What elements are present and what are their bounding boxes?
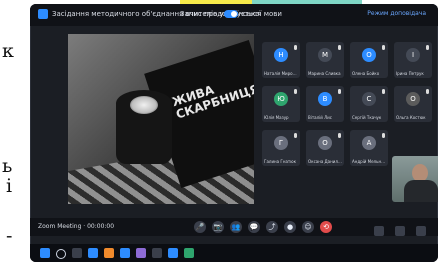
search-icon[interactable] bbox=[56, 249, 66, 259]
shared-screen: ЖИВА СКАРБНИЦЯ bbox=[68, 34, 254, 204]
participant-name: Галина Гнатюк bbox=[264, 159, 297, 164]
mic-muted-icon bbox=[338, 89, 341, 94]
recording-label: Запис продовжується bbox=[180, 10, 262, 18]
leave-icon: ⟲ bbox=[323, 223, 329, 231]
mic-muted-icon bbox=[382, 133, 385, 138]
share-icon: ⤴ bbox=[268, 223, 276, 231]
mic-icon: 🎤 bbox=[195, 223, 205, 231]
participant-tile[interactable]: Ю Юлія Мазур bbox=[262, 86, 300, 122]
mic-button[interactable]: 🎤 bbox=[194, 221, 206, 233]
mic-muted-icon bbox=[294, 133, 297, 138]
zoom-icon[interactable] bbox=[120, 248, 130, 258]
participant-avatar: А bbox=[362, 136, 376, 150]
participants-button[interactable]: 👥 bbox=[230, 221, 242, 233]
participant-avatar: О bbox=[362, 48, 376, 62]
doc-letter-1: к bbox=[2, 40, 14, 62]
participant-tile[interactable]: М Марина Сливка bbox=[306, 42, 344, 78]
chat-icon: 💬 bbox=[249, 223, 259, 231]
participant-avatar: С bbox=[362, 92, 376, 106]
participant-tile[interactable]: В Віталій Лис bbox=[306, 86, 344, 122]
participant-name: Оксана Данилюк bbox=[308, 159, 342, 164]
mic-muted-icon bbox=[382, 45, 385, 50]
word-icon[interactable] bbox=[168, 248, 178, 258]
participant-avatar: Н bbox=[274, 48, 288, 62]
mic-muted-icon bbox=[294, 89, 297, 94]
zoom-top-bar: Засідання методичного об'єднання вчителі… bbox=[30, 4, 438, 26]
doc-letter-3: і bbox=[6, 175, 13, 197]
people-icon: 👥 bbox=[231, 223, 241, 231]
participant-name: Ірина Петрук bbox=[396, 71, 424, 76]
zoom-logo-icon bbox=[38, 9, 48, 19]
participant-name: Юлія Мазур bbox=[264, 115, 289, 120]
settings-icon[interactable] bbox=[373, 226, 384, 236]
edge-icon[interactable] bbox=[88, 248, 98, 258]
notifications-icon[interactable] bbox=[394, 226, 405, 236]
mic-muted-icon bbox=[426, 89, 429, 94]
participant-name: Олена Бойко bbox=[352, 71, 380, 76]
doc-letter-2: ь bbox=[2, 155, 13, 177]
share-button[interactable]: ⤴ bbox=[266, 221, 278, 233]
participant-name: Ольга Костюк bbox=[396, 115, 426, 120]
fullscreen-icon[interactable] bbox=[416, 226, 426, 236]
smile-icon: ☺ bbox=[304, 223, 312, 231]
mic-muted-icon bbox=[426, 45, 429, 50]
participant-avatar: Ю bbox=[274, 92, 288, 106]
participant-video-tile[interactable] bbox=[392, 156, 438, 202]
participant-name: Наталія Миронюк bbox=[264, 71, 298, 76]
participant-tile[interactable]: І Ірина Петрук bbox=[394, 42, 432, 78]
participant-tile[interactable]: Н Наталія Миронюк bbox=[262, 42, 300, 78]
video-button[interactable]: 📷 bbox=[212, 221, 224, 233]
participant-tile[interactable]: Г Галина Гнатюк bbox=[262, 130, 300, 166]
meeting-controls-bar: Zoom Meeting · 00:00:00 🎤 📷 👥 💬 ⤴ ● ☺ ⟲ bbox=[30, 218, 438, 236]
participant-name: Андрій Мельник bbox=[352, 159, 386, 164]
mic-muted-icon bbox=[338, 45, 341, 50]
meeting-meta: Zoom Meeting · 00:00:00 bbox=[38, 223, 115, 230]
mic-muted-icon bbox=[338, 133, 341, 138]
camera-icon: 📷 bbox=[213, 223, 223, 231]
participant-avatar: В bbox=[318, 92, 332, 106]
view-mode-label[interactable]: Режим доповідача bbox=[367, 10, 426, 17]
book-title: ЖИВА СКАРБНИЦЯ bbox=[170, 81, 254, 122]
participant-name: Віталій Лис bbox=[308, 115, 332, 120]
recording-toggle[interactable] bbox=[224, 10, 238, 18]
doc-letter-4: - bbox=[6, 225, 13, 247]
chat-button[interactable]: 💬 bbox=[248, 221, 260, 233]
task-view-icon[interactable] bbox=[72, 248, 82, 258]
person-body bbox=[404, 180, 438, 202]
mail-icon[interactable] bbox=[152, 248, 162, 258]
participant-tile[interactable]: С Сергій Ткачук bbox=[350, 86, 388, 122]
participant-name: Марина Сливка bbox=[308, 71, 341, 76]
record-icon: ● bbox=[286, 223, 294, 231]
teams-icon[interactable] bbox=[184, 248, 194, 258]
photographed-laptop-screen: Засідання методичного об'єднання вчителі… bbox=[30, 4, 438, 262]
mic-muted-icon bbox=[382, 89, 385, 94]
mic-muted-icon bbox=[294, 45, 297, 50]
participant-tile[interactable]: О Оксана Данилюк bbox=[306, 130, 344, 166]
participant-name: Сергій Ткачук bbox=[352, 115, 382, 120]
right-controls bbox=[368, 221, 426, 236]
participant-avatar: І bbox=[406, 48, 420, 62]
record-button[interactable]: ● bbox=[284, 221, 296, 233]
windows-taskbar bbox=[30, 244, 438, 262]
reactions-button[interactable]: ☺ bbox=[302, 221, 314, 233]
participant-tile[interactable]: О Олена Бойко bbox=[350, 42, 388, 78]
candle-glow bbox=[130, 96, 158, 114]
participant-avatar: М bbox=[318, 48, 332, 62]
participant-avatar: О bbox=[318, 136, 332, 150]
participant-avatar: О bbox=[406, 92, 420, 106]
participant-tile[interactable]: О Ольга Костюк bbox=[394, 86, 432, 122]
document-margin: к ь і - bbox=[0, 0, 28, 264]
store-icon[interactable] bbox=[136, 248, 146, 258]
windows-icon[interactable] bbox=[40, 248, 50, 258]
participant-avatar: Г bbox=[274, 136, 288, 150]
participant-tile[interactable]: А Андрій Мельник bbox=[350, 130, 388, 166]
explorer-icon[interactable] bbox=[104, 248, 114, 258]
leave-button[interactable]: ⟲ bbox=[320, 221, 332, 233]
